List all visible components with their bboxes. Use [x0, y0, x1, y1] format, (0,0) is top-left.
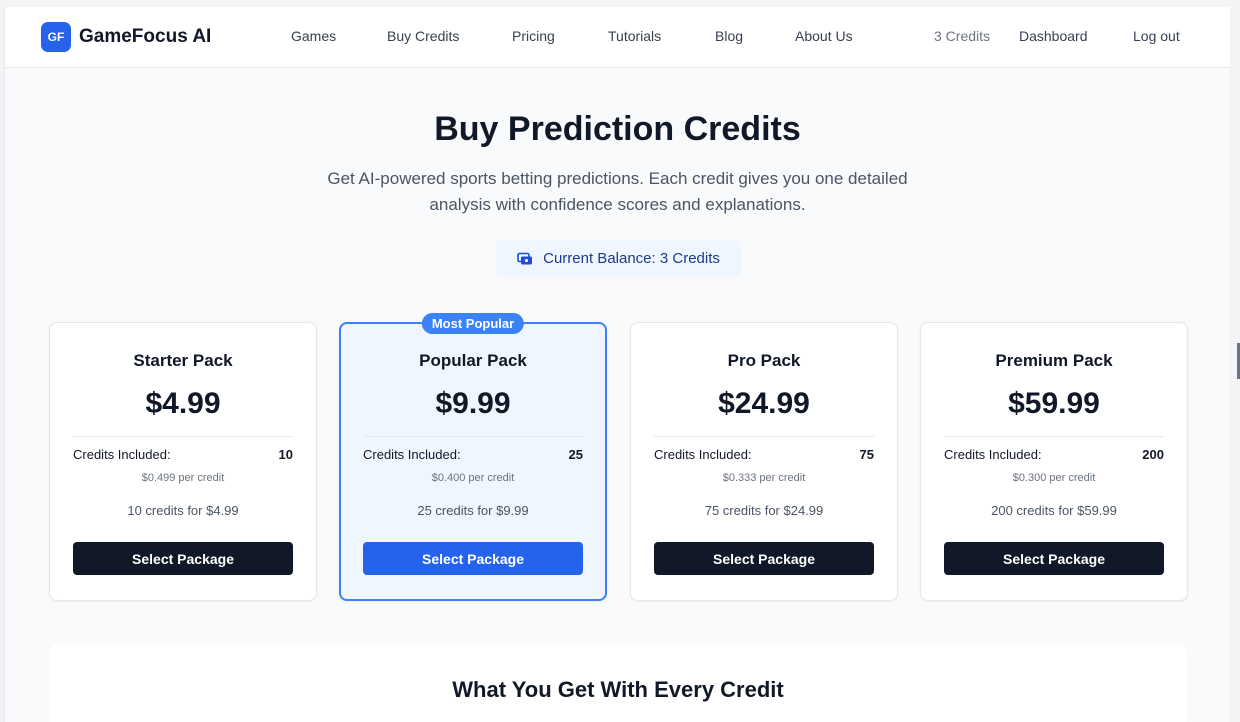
- credits-count[interactable]: 3 Credits: [934, 28, 990, 44]
- features-title: What You Get With Every Credit: [452, 677, 784, 702]
- package-card-starter: Starter Pack $4.99 Credits Included: 10 …: [49, 322, 317, 601]
- page-subtitle: Get AI-powered sports betting prediction…: [327, 169, 908, 214]
- logo-text: GameFocus AI: [79, 26, 212, 47]
- credits-label: Credits Included:: [73, 447, 171, 462]
- nav-blog[interactable]: Blog: [715, 28, 743, 44]
- nav-pricing[interactable]: Pricing: [512, 28, 555, 44]
- divider: [654, 436, 874, 437]
- divider: [363, 436, 583, 437]
- select-package-button[interactable]: Select Package: [944, 542, 1164, 575]
- balance-text: Current Balance: 3 Credits: [543, 250, 720, 267]
- package-card-pro: Pro Pack $24.99 Credits Included: 75 $0.…: [630, 322, 898, 601]
- credits-label: Credits Included:: [944, 447, 1042, 462]
- credits-value: 10: [278, 447, 293, 462]
- nav-buy-credits[interactable]: Buy Credits: [387, 28, 459, 44]
- top-nav-bar: GF GameFocus AI Games Buy Credits Pricin…: [5, 7, 1230, 68]
- package-name: Popular Pack: [419, 351, 527, 370]
- package-summary: 75 credits for $24.99: [704, 503, 824, 518]
- page-title: Buy Prediction Credits: [434, 110, 801, 148]
- package-summary: 25 credits for $9.99: [417, 503, 529, 518]
- logo-badge: GF: [41, 22, 71, 52]
- per-credit-price: $0.300 per credit: [1012, 472, 1096, 484]
- features-section: What You Get With Every Credit: [49, 645, 1187, 722]
- most-popular-badge: Most Popular: [421, 313, 525, 334]
- package-name: Starter Pack: [133, 351, 233, 370]
- package-summary: 200 credits for $59.99: [991, 503, 1117, 518]
- divider: [73, 436, 293, 437]
- per-credit-price: $0.499 per credit: [141, 472, 225, 484]
- package-card-premium: Premium Pack $59.99 Credits Included: 20…: [920, 322, 1188, 601]
- package-price: $59.99: [1008, 387, 1100, 420]
- nav-tutorials[interactable]: Tutorials: [608, 28, 661, 44]
- credits-label: Credits Included:: [654, 447, 752, 462]
- package-card-popular: Most Popular Popular Pack $9.99 Credits …: [339, 313, 607, 601]
- credits-value: 25: [568, 447, 583, 462]
- select-package-button[interactable]: Select Package: [363, 542, 583, 575]
- page: GF GameFocus AI Games Buy Credits Pricin…: [4, 7, 1230, 722]
- nav-dashboard[interactable]: Dashboard: [1019, 28, 1088, 44]
- wallet-icon: [517, 252, 533, 266]
- package-summary: 10 credits for $4.99: [127, 503, 239, 518]
- credits-value: 200: [1142, 447, 1164, 462]
- credits-label: Credits Included:: [363, 447, 461, 462]
- package-price: $4.99: [145, 387, 221, 420]
- package-price: $24.99: [718, 387, 810, 420]
- nav-games[interactable]: Games: [291, 28, 336, 44]
- nav-about-us[interactable]: About Us: [795, 28, 853, 44]
- select-package-button[interactable]: Select Package: [73, 542, 293, 575]
- logout-button[interactable]: Log out: [1133, 28, 1180, 44]
- credits-value: 75: [859, 447, 874, 462]
- logo[interactable]: GF GameFocus AI: [41, 22, 211, 52]
- per-credit-price: $0.400 per credit: [431, 472, 515, 484]
- package-name: Premium Pack: [995, 351, 1113, 370]
- package-name: Pro Pack: [727, 351, 801, 370]
- per-credit-price: $0.333 per credit: [722, 472, 806, 484]
- balance-badge: Current Balance: 3 Credits: [496, 240, 741, 277]
- package-price: $9.99: [435, 387, 511, 420]
- divider: [944, 436, 1164, 437]
- select-package-button[interactable]: Select Package: [654, 542, 874, 575]
